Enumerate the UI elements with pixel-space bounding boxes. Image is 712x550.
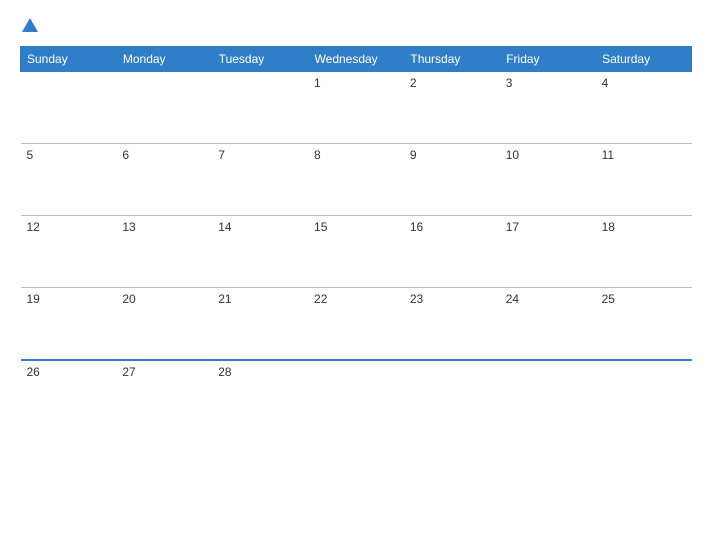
day-number: 6 <box>122 148 129 162</box>
weekday-header-monday: Monday <box>116 47 212 72</box>
day-number: 2 <box>410 76 417 90</box>
day-number: 8 <box>314 148 321 162</box>
logo-area <box>20 18 38 36</box>
day-number: 21 <box>218 292 231 306</box>
day-number: 4 <box>602 76 609 90</box>
week-row-0: 1 2 3 4 <box>21 72 692 144</box>
calendar-cell: 19 <box>21 288 117 360</box>
weekday-header-tuesday: Tuesday <box>212 47 308 72</box>
calendar-cell <box>21 72 117 144</box>
calendar-cell: 10 <box>500 144 596 216</box>
day-number: 24 <box>506 292 519 306</box>
day-number: 13 <box>122 220 135 234</box>
calendar-cell: 25 <box>596 288 692 360</box>
calendar-cell: 14 <box>212 216 308 288</box>
calendar-cell: 2 <box>404 72 500 144</box>
calendar-cell: 4 <box>596 72 692 144</box>
calendar-cell: 27 <box>116 360 212 432</box>
calendar-cell: 1 <box>308 72 404 144</box>
day-number: 1 <box>314 76 321 90</box>
calendar-grid: SundayMondayTuesdayWednesdayThursdayFrid… <box>20 46 692 432</box>
week-row-2: 12 13 14 15 16 17 18 <box>21 216 692 288</box>
calendar-cell <box>500 360 596 432</box>
weekday-header-saturday: Saturday <box>596 47 692 72</box>
calendar-cell: 15 <box>308 216 404 288</box>
week-row-4: 26 27 28 <box>21 360 692 432</box>
header-row <box>20 18 692 36</box>
day-number: 27 <box>122 365 135 379</box>
day-number: 20 <box>122 292 135 306</box>
logo-triangle-icon <box>22 18 38 32</box>
day-number: 17 <box>506 220 519 234</box>
weekday-header-sunday: Sunday <box>21 47 117 72</box>
calendar-cell: 22 <box>308 288 404 360</box>
day-number: 7 <box>218 148 225 162</box>
calendar-cell: 3 <box>500 72 596 144</box>
calendar-cell: 23 <box>404 288 500 360</box>
weekday-header-wednesday: Wednesday <box>308 47 404 72</box>
day-number: 25 <box>602 292 615 306</box>
day-number: 3 <box>506 76 513 90</box>
calendar-cell: 18 <box>596 216 692 288</box>
day-number: 11 <box>602 148 614 162</box>
day-number: 22 <box>314 292 327 306</box>
week-row-3: 19 20 21 22 23 24 25 <box>21 288 692 360</box>
calendar-cell <box>308 360 404 432</box>
calendar-cell: 12 <box>21 216 117 288</box>
calendar-cell: 13 <box>116 216 212 288</box>
calendar-cell: 6 <box>116 144 212 216</box>
day-number: 12 <box>27 220 40 234</box>
calendar-cell: 16 <box>404 216 500 288</box>
calendar-cell <box>404 360 500 432</box>
day-number: 14 <box>218 220 231 234</box>
calendar-cell <box>596 360 692 432</box>
week-row-1: 5 6 7 8 9 10 11 <box>21 144 692 216</box>
weekday-header-thursday: Thursday <box>404 47 500 72</box>
day-number: 5 <box>27 148 34 162</box>
calendar-cell <box>116 72 212 144</box>
day-number: 18 <box>602 220 615 234</box>
calendar-cell: 17 <box>500 216 596 288</box>
calendar-cell: 11 <box>596 144 692 216</box>
calendar-cell: 5 <box>21 144 117 216</box>
day-number: 9 <box>410 148 417 162</box>
calendar-cell: 21 <box>212 288 308 360</box>
day-number: 26 <box>27 365 40 379</box>
logo-line1 <box>20 18 38 36</box>
calendar-cell: 7 <box>212 144 308 216</box>
day-number: 19 <box>27 292 40 306</box>
day-number: 15 <box>314 220 327 234</box>
calendar-cell: 24 <box>500 288 596 360</box>
calendar-cell: 20 <box>116 288 212 360</box>
calendar-cell: 8 <box>308 144 404 216</box>
calendar-body: 1234567891011121314151617181920212223242… <box>21 72 692 432</box>
calendar-cell: 9 <box>404 144 500 216</box>
weekday-header-row: SundayMondayTuesdayWednesdayThursdayFrid… <box>21 47 692 72</box>
calendar-container: SundayMondayTuesdayWednesdayThursdayFrid… <box>0 0 712 550</box>
calendar-cell <box>212 72 308 144</box>
day-number: 23 <box>410 292 423 306</box>
weekday-header-friday: Friday <box>500 47 596 72</box>
calendar-cell: 28 <box>212 360 308 432</box>
day-number: 16 <box>410 220 423 234</box>
day-number: 10 <box>506 148 519 162</box>
calendar-cell: 26 <box>21 360 117 432</box>
day-number: 28 <box>218 365 231 379</box>
